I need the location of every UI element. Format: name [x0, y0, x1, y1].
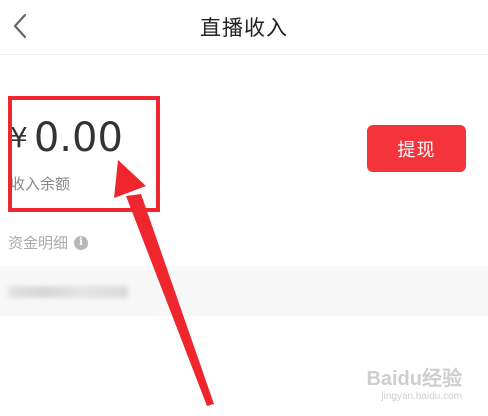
watermark: Baidu经验 jingyan.baidu.com	[366, 362, 462, 402]
watermark-brand: Baidu经验	[366, 368, 462, 390]
watermark-url: jingyan.baidu.com	[381, 391, 462, 402]
fund-details-label: 资金明细	[8, 234, 69, 252]
header-bar: 直播收入	[0, 0, 488, 55]
info-icon[interactable]: i	[74, 235, 89, 250]
withdraw-button[interactable]: 提现	[367, 125, 466, 172]
live-income-page: 直播收入 ¥0.00 收入余额 提现 资金明细 i Baidu经验 jingya…	[0, 0, 488, 416]
highlight-box	[8, 96, 160, 212]
blurred-list-item	[8, 286, 128, 298]
fund-details-header[interactable]: 资金明细 i	[8, 232, 89, 253]
page-title: 直播收入	[200, 16, 288, 40]
